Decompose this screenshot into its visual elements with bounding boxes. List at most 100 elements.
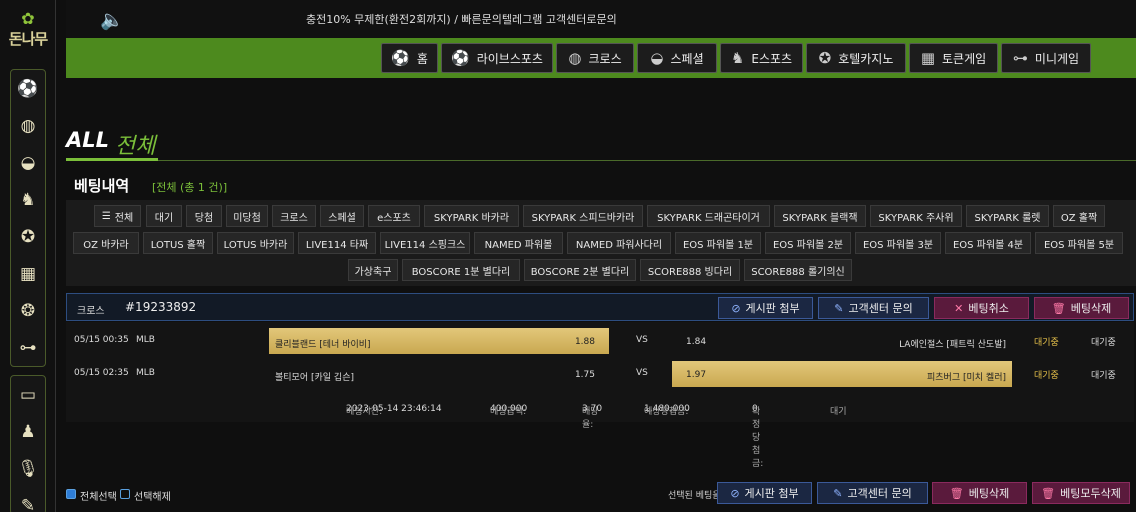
button-label: 고객센터 문의: [847, 487, 912, 500]
poker-chip-icon[interactable]: ❂: [11, 292, 45, 329]
gamepad-icon[interactable]: ⊶: [11, 329, 45, 366]
filter-item[interactable]: EOS 파워볼 3분: [855, 232, 941, 254]
nav-mini-game[interactable]: ⊶ 미니게임: [1001, 43, 1091, 73]
filter-item[interactable]: BOSCORE 2분 별다리: [524, 259, 636, 281]
main-nav: ⚽ 홈 ⚽ 라이브스포츠 ◍ 크로스 ◒ 스페셜 ♞ E스포츠 ✪ 호텔카지노 ▦ 토큰게임 …: [66, 38, 1136, 78]
bet-amount: 베팅금액: 400,000: [490, 404, 527, 417]
deselect-label: 선택해제: [134, 492, 171, 503]
summary-label: 확정당첨금:: [752, 407, 764, 469]
nav-home[interactable]: ⚽ 홈: [381, 43, 438, 73]
result-status: 대기중: [1091, 338, 1116, 348]
bet-detail: 05/15 00:35 MLB 클리블랜드 [테너 바이비] 1.88 VS 1…: [66, 322, 1134, 469]
group-icon[interactable]: ♟: [11, 413, 45, 450]
clip-icon: ⊘: [731, 301, 741, 315]
filter-item[interactable]: LOTUS 바카라: [217, 232, 294, 254]
slot-machine-icon[interactable]: ▦: [11, 255, 45, 292]
filter-item[interactable]: SKYPARK 블랙잭: [774, 205, 866, 227]
filter-item[interactable]: OZ 홀짝: [1053, 205, 1105, 227]
title-divider: [66, 160, 1136, 161]
nav-live-sports[interactable]: ⚽ 라이브스포츠: [441, 43, 553, 73]
pencil-icon[interactable]: ✎: [11, 487, 45, 512]
filter-item[interactable]: 스페셜: [320, 205, 364, 227]
cancel-bet-button[interactable]: ✕ 베팅취소: [934, 297, 1029, 319]
home-team-cell: 클리블랜드 [테너 바이비] 1.88: [269, 328, 609, 354]
casino-chip-icon[interactable]: ✪: [11, 218, 45, 255]
nav-special[interactable]: ◒ 스페셜: [637, 43, 717, 73]
filter-item[interactable]: 대기: [146, 205, 182, 227]
vs-label: VS: [636, 368, 648, 378]
deselect-checkbox[interactable]: [120, 489, 130, 499]
logo-text: 돈나무: [8, 30, 48, 48]
filter-item[interactable]: NAMED 파워볼: [474, 232, 563, 254]
soccer-ball-icon: ⚽: [391, 49, 410, 67]
bulk-board-attach-button[interactable]: ⊘ 게시판 첨부: [717, 482, 812, 504]
filter-item[interactable]: SKYPARK 주사위: [870, 205, 962, 227]
filter-item[interactable]: EOS 파워볼 5분: [1035, 232, 1123, 254]
filter-item[interactable]: 미당첨: [226, 205, 268, 227]
filter-item[interactable]: 크로스: [272, 205, 316, 227]
list-icon: ☰: [101, 210, 111, 222]
nav-cross[interactable]: ◍ 크로스: [556, 43, 634, 73]
board-attach-button[interactable]: ⊘ 게시판 첨부: [718, 297, 813, 319]
filter-item[interactable]: 가상축구: [348, 259, 398, 281]
tennis-ball-icon: ◒: [650, 49, 664, 67]
select-all-checkbox[interactable]: [66, 489, 76, 499]
sidebar-sports-group: ⚽ ◍ ◒ ♞ ✪ ▦ ❂ ⊶: [10, 69, 46, 367]
esports-icon[interactable]: ♞: [11, 181, 45, 218]
soccer-ball-icon[interactable]: ⚽: [11, 70, 45, 107]
microphone-icon[interactable]: 🎙: [11, 450, 45, 487]
section-count: [전체 (총 1 건)]: [152, 181, 228, 194]
tree-icon: ✿: [21, 9, 35, 28]
filter-all[interactable]: ☰ 전체: [94, 205, 141, 227]
filter-item[interactable]: SKYPARK 룰렛: [966, 205, 1049, 227]
filter-panel: ☰ 전체 대기 당첨 미당첨 크로스 스페셜 e스포츠 SKYPARK 바카라 S…: [66, 200, 1136, 286]
summary-label: 배당율:: [582, 407, 599, 430]
filter-item[interactable]: EOS 파워볼 1분: [675, 232, 761, 254]
sidebar-util-group: ▭ ♟ 🎙 ✎: [10, 375, 46, 512]
filter-item[interactable]: BOSCORE 1분 별다리: [402, 259, 520, 281]
trash-icon: 🗑: [1041, 486, 1056, 500]
filter-item[interactable]: SKYPARK 스피드바카라: [523, 205, 643, 227]
filter-item[interactable]: OZ 바카라: [73, 232, 139, 254]
bulk-delete-button[interactable]: 🗑 베팅삭제: [932, 482, 1027, 504]
nav-esports[interactable]: ♞ E스포츠: [720, 43, 803, 73]
filter-item[interactable]: LOTUS 홀짝: [143, 232, 213, 254]
button-label: 게시판 첨부: [744, 487, 799, 500]
filter-item[interactable]: 당첨: [186, 205, 222, 227]
selected-bets-label: 선택된 베팅을: [668, 491, 721, 501]
filter-item[interactable]: SCORE888 빙다리: [640, 259, 740, 281]
top-bar: 🔈 충전10% 무제한(환전2회까지) / 빠른문의텔레그램 고객센터로문의: [66, 0, 1136, 38]
support-button[interactable]: ✎ 고객센터 문의: [818, 297, 929, 319]
logo[interactable]: ✿ 돈나무: [3, 10, 53, 65]
delete-bet-button[interactable]: 🗑 베팅삭제: [1034, 297, 1129, 319]
bulk-support-button[interactable]: ✎ 고객센터 문의: [817, 482, 928, 504]
bet-row: 05/15 00:35 MLB 클리블랜드 [테너 바이비] 1.88 VS 1…: [66, 324, 1134, 354]
filter-item[interactable]: SKYPARK 드래곤타이거: [647, 205, 770, 227]
filter-item[interactable]: SCORE888 롤기의신: [744, 259, 852, 281]
title-underline: [66, 158, 158, 161]
home-team-cell: 볼티모어 [카일 깁슨] 1.75: [269, 361, 609, 387]
league: MLB: [136, 335, 155, 345]
notice-ticker: 충전10% 무제한(환전2회까지) / 빠른문의텔레그램 고객센터로문의: [306, 13, 617, 26]
bet-state: 대기: [830, 407, 847, 417]
filter-item[interactable]: SKYPARK 바카라: [424, 205, 519, 227]
nav-hotel-casino[interactable]: ✪ 호텔카지노: [806, 43, 906, 73]
delete-all-button[interactable]: 🗑 베팅모두삭제: [1032, 482, 1130, 504]
away-odds: 1.97: [686, 370, 707, 380]
section-title: 베팅내역: [74, 177, 130, 195]
pencil-icon: ✎: [834, 301, 844, 315]
filter-item[interactable]: LIVE114 타짜: [298, 232, 376, 254]
nav-label: 호텔카지노: [838, 51, 894, 66]
slot-machine-icon: ▦: [920, 49, 935, 67]
filter-item[interactable]: NAMED 파워사다리: [567, 232, 671, 254]
nav-token-game[interactable]: ▦ 토큰게임: [909, 43, 998, 73]
gamepad-icon: ⊶: [1012, 49, 1028, 67]
filter-item[interactable]: e스포츠: [368, 205, 420, 227]
filter-item[interactable]: EOS 파워볼 4분: [945, 232, 1031, 254]
filter-item[interactable]: LIVE114 스핑크스: [380, 232, 470, 254]
away-team-cell: 1.84 LA에인절스 [패트릭 산도발]: [672, 328, 1012, 354]
tennis-ball-icon[interactable]: ◒: [11, 144, 45, 181]
wallet-icon[interactable]: ▭: [11, 376, 45, 413]
filter-item[interactable]: EOS 파워볼 2분: [765, 232, 851, 254]
basketball-icon[interactable]: ◍: [11, 107, 45, 144]
